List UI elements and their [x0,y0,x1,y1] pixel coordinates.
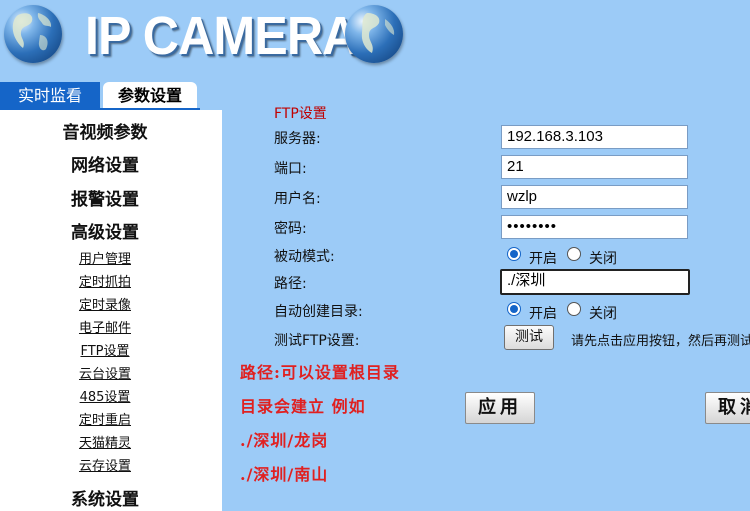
test-ftp-label: 测试FTP设置: [274,333,360,349]
menu-item-timed-snapshot[interactable]: 定时抓拍 [0,271,210,290]
header: IP CAMERA [0,0,750,80]
cancel-button[interactable]: 取消 [705,392,750,424]
test-button[interactable]: 测试 [504,325,554,350]
server-input[interactable]: 192.168.3.103 [501,125,688,149]
password-label: 密码: [274,221,307,237]
passive-on-radio[interactable] [507,247,521,261]
username-input[interactable]: wzlp [501,185,688,209]
menu-section-av[interactable]: 音视频参数 [0,118,210,143]
passive-mode-label: 被动模式: [274,249,335,265]
menu-item-timed-recording[interactable]: 定时录像 [0,294,210,313]
menu-section-network[interactable]: 网络设置 [0,151,210,176]
annotation-line: ./深圳/龙岗 [240,431,329,450]
section-title: FTP设置 [274,106,327,122]
passive-off-radio[interactable] [567,247,581,261]
annotation-line: 路径:可以设置根目录 [240,363,400,382]
server-label: 服务器: [274,131,321,147]
tab-live-view[interactable]: 实时监看 [0,82,100,110]
passive-off-label: 关闭 [589,251,617,267]
menu-item-email[interactable]: 电子邮件 [0,317,210,336]
apply-button[interactable]: 应用 [465,392,535,424]
auto-create-off-label: 关闭 [589,306,617,322]
menu-section-system[interactable]: 系统设置 [0,485,210,510]
globe-icon [345,5,403,63]
menu-item-tmall-genie[interactable]: 天猫精灵 [0,432,210,451]
passive-on-label: 开启 [529,251,557,267]
menu-item-ptz[interactable]: 云台设置 [0,363,210,382]
auto-create-off-radio[interactable] [567,302,581,316]
password-input[interactable]: •••••••• [501,215,688,239]
menu-item-cloud-storage[interactable]: 云存设置 [0,455,210,474]
test-hint: 请先点击应用按钮，然后再测试 [571,334,750,349]
menu-item-user-management[interactable]: 用户管理 [0,248,210,267]
menu-section-alarm[interactable]: 报警设置 [0,185,210,210]
path-input[interactable]: ./深圳 [500,269,690,295]
brand-title: IP CAMERA [85,6,358,66]
globe-icon [4,5,62,63]
menu-item-ftp[interactable]: FTP设置 [0,340,210,359]
tab-parameter-settings[interactable]: 参数设置 [103,82,197,110]
tab-bar: 实时监看 参数设置 [0,82,222,110]
auto-create-on-label: 开启 [529,306,557,322]
port-input[interactable]: 21 [501,155,688,179]
menu-section-advanced[interactable]: 高级设置 [0,218,210,243]
annotation-line: ./深圳/南山 [240,465,329,484]
sidebar-menu: 音视频参数 网络设置 报警设置 高级设置 用户管理 定时抓拍 定时录像 电子邮件… [0,110,222,511]
annotation-line: 目录会建立 例如 [240,397,366,416]
sidebar: 实时监看 参数设置 音视频参数 网络设置 报警设置 高级设置 用户管理 定时抓拍… [0,82,222,511]
username-label: 用户名: [274,191,321,207]
path-label: 路径: [274,276,307,292]
menu-item-485[interactable]: 485设置 [0,386,210,405]
auto-create-on-radio[interactable] [507,302,521,316]
auto-create-dir-label: 自动创建目录: [274,304,363,320]
menu-item-timed-reboot[interactable]: 定时重启 [0,409,210,428]
port-label: 端口: [274,161,307,177]
